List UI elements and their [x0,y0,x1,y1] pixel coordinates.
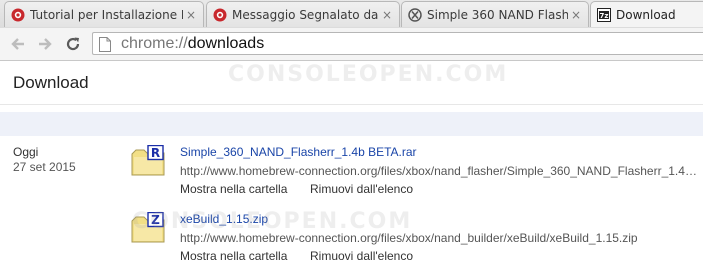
show-in-folder-link[interactable]: Mostra nella cartella [180,249,287,263]
7zip-favicon: 7z [597,7,611,22]
tab-title: Messaggio Segnalato da [232,7,379,22]
reload-icon [66,37,80,51]
page-title: Download [13,73,89,92]
rar-file-icon: R [131,145,165,176]
file-name-link[interactable]: Simple_360_NAND_Flasherr_1.4b BETA.rar [180,145,417,159]
remove-from-list-link[interactable]: Rimuovi dall'elenco [310,249,413,263]
svg-text:7z: 7z [600,12,609,20]
watermark: CONSOLEOPEN.COM [228,62,509,87]
url-text: chrome://downloads [121,34,264,54]
file-url[interactable]: http://www.homebrew-connection.org/files… [180,164,701,178]
address-bar[interactable]: chrome://downloads [92,32,703,55]
close-icon[interactable]: × [183,8,199,22]
back-arrow-icon [11,38,24,50]
tab-title: Simple 360 NAND Flasher [427,7,568,22]
close-icon[interactable]: × [379,8,395,22]
tab-messaggio[interactable]: Messaggio Segnalato da × [206,1,400,27]
divider [0,104,703,105]
download-item: R Simple_360_NAND_Flasherr_1.4b BETA.rar… [131,145,701,205]
watermark: CONSOLEOPEN.COM [132,209,413,234]
forward-button[interactable] [35,34,55,54]
file-icon-letter: R [151,146,160,160]
url-host: downloads [187,35,265,52]
date-day: Oggi [13,145,39,159]
red-circle-favicon [213,8,227,21]
url-scheme: chrome:// [121,35,188,52]
tab-simple-360[interactable]: Simple 360 NAND Flasher × [401,1,589,27]
back-button[interactable] [8,34,28,54]
close-icon[interactable]: × [568,8,584,22]
date-full: 27 set 2015 [13,160,76,174]
toolbar: chrome://downloads [0,28,703,61]
reload-button[interactable] [63,34,83,54]
tab-download[interactable]: 7z Download [590,1,703,27]
forward-arrow-icon [39,38,52,50]
tab-tutorial[interactable]: Tutorial per Installazione F × [4,1,204,27]
show-in-folder-link[interactable]: Mostra nella cartella [180,182,287,196]
search-band [0,112,703,136]
page-icon [99,37,111,52]
tab-title: Tutorial per Installazione F [30,7,183,22]
red-circle-favicon [11,8,25,21]
xbox-favicon [408,7,422,22]
tab-title: Download [616,7,676,22]
tab-strip: Tutorial per Installazione F × Messaggio… [0,0,703,29]
remove-from-list-link[interactable]: Rimuovi dall'elenco [310,182,413,196]
